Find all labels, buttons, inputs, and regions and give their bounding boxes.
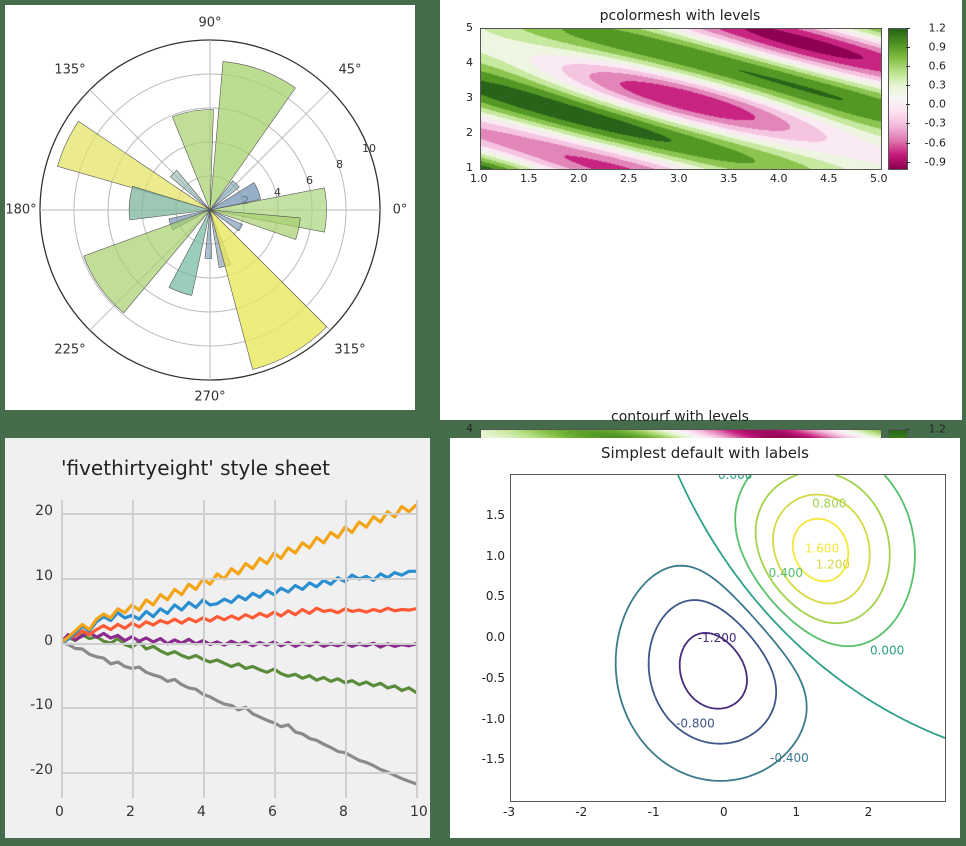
contour-title: Simplest default with labels — [450, 444, 960, 462]
contour-label: -0.800 — [676, 717, 715, 731]
contour-ytick: 1.5 — [471, 508, 505, 522]
contourf-title: contourf with levels — [480, 409, 880, 425]
colorbar-tick: 0.9 — [929, 41, 947, 54]
contour-label: -0.400 — [770, 751, 809, 765]
heatmap-xtick: 4.0 — [770, 172, 788, 185]
contour-ytick: 0.0 — [471, 630, 505, 644]
contour-ytick: 1.0 — [471, 549, 505, 563]
line-plot-area: 20100-10-200246810 — [61, 500, 416, 798]
heatmap-xtick: 2.0 — [570, 172, 588, 185]
colorbar-tick: -0.3 — [925, 117, 946, 130]
heatmap-ytick: 3 — [466, 91, 473, 104]
polar-angle-0: 0° — [393, 203, 408, 218]
line-series-blue — [61, 571, 416, 642]
contour-ytick: 0.5 — [471, 589, 505, 603]
contour-label: 0.000 — [718, 475, 752, 482]
polar-angle-225: 225° — [54, 343, 85, 358]
heatmap-ytick: 5 — [466, 21, 473, 34]
line-ytick: 0 — [17, 633, 53, 649]
polar-angle-270: 270° — [194, 390, 225, 405]
contour-label: 1.600 — [805, 541, 839, 555]
line-xtick: 4 — [197, 804, 206, 820]
heatmap-ytick: 4 — [466, 56, 473, 69]
contour-level — [616, 566, 807, 781]
colorbar-tick: 0.6 — [929, 60, 947, 73]
polar-r-8: 8 — [336, 158, 343, 171]
heatmap-ytick: 1 — [466, 161, 473, 174]
line-xtick: 2 — [126, 804, 135, 820]
heatmap-ytick: 2 — [466, 126, 473, 139]
heatmap-pair: pcolormesh with levels 1.01.52.02.53.03.… — [440, 0, 962, 420]
polar-angle-45: 45° — [338, 63, 361, 78]
heatmap-xtick: 4.5 — [820, 172, 838, 185]
contour-xtick: 1 — [792, 805, 800, 819]
contour-plot-area: 0.000 0.800 0.400 1.200 1.600 -1.200 -0.800 -0.… — [510, 474, 946, 802]
polar-angle-135: 135° — [54, 63, 85, 78]
line-svg — [61, 500, 416, 798]
contour-xtick: -3 — [503, 805, 515, 819]
polar-angle-180: 180° — [5, 203, 36, 218]
contour-label: 0.000 — [870, 643, 904, 657]
line-chart-title: 'fivethirtyeight' style sheet — [61, 456, 330, 480]
contour-svg: 0.000 0.800 0.400 1.200 1.600 -1.200 -0.800 -0.… — [511, 475, 945, 801]
contour-label: -1.200 — [698, 631, 737, 645]
pcolormesh-chart: pcolormesh with levels 1.01.52.02.53.03.… — [440, 6, 950, 201]
heatmap-ytick: 4 — [466, 422, 473, 435]
heatmap-xtick: 2.5 — [620, 172, 638, 185]
contour-ytick: -1.0 — [471, 712, 505, 726]
heatmap-xtick: 5.0 — [870, 172, 888, 185]
line-xtick: 6 — [268, 804, 277, 820]
colorbar-tick: 0.3 — [929, 79, 947, 92]
colorbar-tick: 0.0 — [929, 98, 947, 111]
pcolormesh-colorbar — [888, 28, 908, 170]
polar-angle-315: 315° — [334, 343, 365, 358]
line-ytick: 10 — [17, 568, 53, 584]
colorbar-tick: -0.9 — [925, 155, 946, 168]
contour-chart: Simplest default with labels 0.0000.8000… — [450, 438, 960, 838]
line-chart-538: 'fivethirtyeight' style sheet 20100-10-2… — [5, 438, 430, 838]
line-series-orange — [61, 505, 416, 642]
line-ytick: -20 — [17, 762, 53, 778]
line-xtick: 8 — [339, 804, 348, 820]
colorbar-tick: 1.2 — [929, 423, 947, 436]
pcolormesh-plot — [480, 28, 882, 170]
heatmap-xtick: 3.0 — [670, 172, 688, 185]
chart-grid: 2 4 6 8 10 0° 45° 90° 135° 180° 225° 270… — [0, 0, 966, 846]
contour-xtick: 0 — [720, 805, 728, 819]
contour-label: 0.400 — [769, 566, 803, 580]
pcolormesh-title: pcolormesh with levels — [480, 8, 880, 24]
contour-xtick: 2 — [865, 805, 873, 819]
line-ytick: 20 — [17, 503, 53, 519]
line-ytick: -10 — [17, 697, 53, 713]
contour-label: 0.800 — [812, 497, 846, 511]
heatmap-xtick: 3.5 — [720, 172, 738, 185]
contour-ytick: -1.5 — [471, 752, 505, 766]
contour-label: 1.200 — [816, 558, 850, 572]
colorbar-tick: 1.2 — [929, 22, 947, 35]
polar-angle-90: 90° — [198, 16, 221, 31]
contour-xtick: -1 — [648, 805, 660, 819]
polar-r-6: 6 — [306, 174, 313, 187]
colorbar-tick: -0.6 — [925, 136, 946, 149]
contour-xtick: -2 — [575, 805, 587, 819]
polar-r-10: 10 — [362, 142, 376, 155]
polar-bars — [58, 62, 327, 370]
contour-ytick: -0.5 — [471, 671, 505, 685]
line-xtick: 0 — [55, 804, 64, 820]
line-xtick: 10 — [410, 804, 428, 820]
polar-chart: 2 4 6 8 10 0° 45° 90° 135° 180° 225° 270… — [5, 5, 415, 410]
heatmap-xtick: 1.5 — [520, 172, 538, 185]
